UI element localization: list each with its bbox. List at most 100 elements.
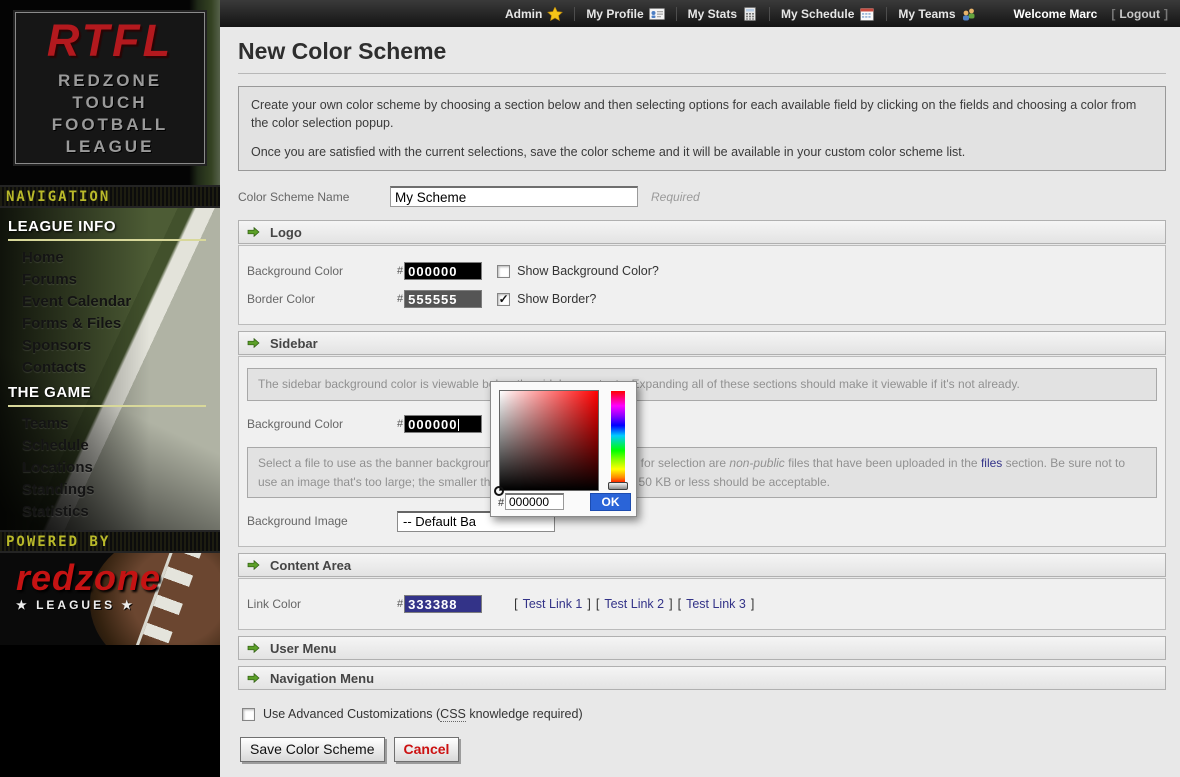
test-link-2[interactable]: Test Link 2 (604, 597, 664, 611)
nav-group-the-game: THE GAME (8, 384, 206, 407)
section-header-navigation-menu[interactable]: Navigation Menu (238, 666, 1166, 690)
advanced-customizations-row: Use Advanced Customizations (CSS knowled… (242, 707, 1166, 721)
league-logo-line: LEAGUE (66, 136, 155, 158)
field-label: Link Color (247, 597, 397, 611)
sidebar-filler (0, 645, 220, 777)
menu-item-my-teams-label: My Teams (898, 7, 955, 21)
main-column: Admin My Profile My Stats My Schedule My… (220, 0, 1180, 777)
required-hint: Required (651, 190, 700, 204)
show-border-checkbox[interactable]: ✓ (497, 293, 510, 306)
logout-link[interactable]: Logout (1115, 7, 1164, 21)
test-link-wrap: [Test Link 1] (514, 597, 591, 611)
section-body-logo: Background Color # 000000 Show Backgroun… (238, 245, 1166, 325)
sidebar-item-statistics[interactable]: Statistics (0, 500, 220, 522)
test-link-3[interactable]: Test Link 3 (686, 597, 746, 611)
section-title: Sidebar (270, 336, 318, 351)
logout-bracket: ] (1164, 7, 1168, 21)
test-link-1[interactable]: Test Link 1 (523, 597, 583, 611)
color-scheme-name-label: Color Scheme Name (238, 190, 390, 204)
hash-sign: # (397, 418, 403, 430)
sidebar-item-schedule[interactable]: Schedule (0, 434, 220, 456)
link-color-input[interactable]: 333388 (404, 595, 482, 613)
sidebar-item-forms-files[interactable]: Forms & Files (0, 312, 220, 334)
note-text: files that have been uploaded in the (785, 456, 981, 470)
instructions-paragraph: Create your own color scheme by choosing… (251, 96, 1153, 132)
advanced-customizations-checkbox[interactable] (242, 708, 255, 721)
color-scheme-name-input[interactable] (390, 186, 638, 207)
redzone-brand-sub: ★ LEAGUES ★ (16, 598, 220, 612)
sidebar-bg-color-input[interactable]: 000000 (404, 415, 482, 433)
section-header-user-menu[interactable]: User Menu (238, 636, 1166, 660)
sidebar-item-forums[interactable]: Forums (0, 268, 220, 290)
menu-item-my-stats[interactable]: My Stats (676, 7, 769, 21)
save-color-scheme-button[interactable]: Save Color Scheme (240, 737, 385, 762)
checkbox-label: Show Border? (517, 292, 596, 306)
hue-slider-handle[interactable] (608, 482, 628, 490)
logo-border-color-input[interactable]: 555555 (404, 290, 482, 308)
section-header-sidebar[interactable]: Sidebar (238, 331, 1166, 355)
section-title: Logo (270, 225, 302, 240)
field-label: Background Color (247, 264, 397, 278)
sidebar-logo-area: RTFL REDZONE TOUCH FOOTBALL LEAGUE (0, 0, 220, 185)
sidebar-item-home[interactable]: Home (0, 246, 220, 268)
league-logo-line: TOUCH (72, 92, 147, 114)
test-link-wrap: [Test Link 3] (678, 597, 755, 611)
sidebar-item-contacts[interactable]: Contacts (0, 356, 220, 378)
sidebar-item-teams[interactable]: Teams (0, 412, 220, 434)
saturation-value-gradient[interactable] (499, 390, 599, 491)
title-divider (238, 73, 1166, 74)
redzone-leagues-logo: redzone ★ LEAGUES ★ (0, 553, 220, 645)
section-title: Content Area (270, 558, 351, 573)
sidebar-navigation: LEAGUE INFO Home Forums Event Calendar F… (0, 208, 220, 530)
cancel-button[interactable]: Cancel (394, 737, 460, 762)
logo-border-color-row: Border Color # 555555 ✓ Show Border? (247, 285, 1157, 313)
welcome-user-label: Welcome Marc (1014, 7, 1098, 21)
advanced-label-text: knowledge required) (466, 707, 583, 721)
test-link-wrap: [Test Link 2] (596, 597, 673, 611)
hue-slider-bar[interactable] (611, 391, 625, 484)
section-header-content-area[interactable]: Content Area (238, 553, 1166, 577)
form-buttons: Save Color Scheme Cancel (240, 737, 1166, 762)
section-header-logo[interactable]: Logo (238, 220, 1166, 244)
section-body-content-area: Link Color # 333388 [Test Link 1] [Test … (238, 578, 1166, 630)
calendar-icon (859, 7, 875, 21)
logo-bg-color-row: Background Color # 000000 Show Backgroun… (247, 257, 1157, 285)
menu-item-admin[interactable]: Admin (494, 7, 574, 21)
page-title: New Color Scheme (238, 38, 1166, 65)
menu-item-my-schedule[interactable]: My Schedule (769, 7, 886, 21)
nav-group-league-info: LEAGUE INFO (8, 218, 206, 241)
sidebar-item-standings[interactable]: Standings (0, 478, 220, 500)
league-logo-line: REDZONE (58, 70, 162, 92)
link-color-row: Link Color # 333388 [Test Link 1] [Test … (247, 590, 1157, 618)
picker-ok-button[interactable]: OK (590, 493, 631, 511)
sidebar-item-sponsors[interactable]: Sponsors (0, 334, 220, 356)
league-sidebar: RTFL REDZONE TOUCH FOOTBALL LEAGUE NAVIG… (0, 0, 220, 777)
calculator-icon (742, 7, 758, 21)
files-link[interactable]: files (981, 456, 1002, 470)
bracket: ] (751, 597, 754, 611)
star-icon (547, 7, 563, 21)
menu-item-my-profile[interactable]: My Profile (574, 7, 675, 21)
sidebar-item-locations[interactable]: Locations (0, 456, 220, 478)
show-bg-color-checkbox[interactable] (497, 265, 510, 278)
color-picker-popup: # OK (490, 381, 637, 517)
menu-item-my-teams[interactable]: My Teams (886, 7, 987, 21)
check-mark: ✓ (499, 293, 509, 305)
menu-item-my-stats-label: My Stats (688, 7, 737, 21)
bracket: ] (587, 597, 590, 611)
field-label: Border Color (247, 292, 397, 306)
banner-image-note: Select a file to use as the banner backg… (247, 447, 1157, 498)
vcard-icon (649, 7, 665, 21)
css-abbr: CSS (440, 707, 466, 722)
instructions-box: Create your own color scheme by choosing… (238, 86, 1166, 171)
league-logo-line: FOOTBALL (52, 114, 169, 136)
color-selection-marker[interactable] (494, 486, 504, 496)
section-title: Navigation Menu (270, 671, 374, 686)
league-logo: RTFL REDZONE TOUCH FOOTBALL LEAGUE (15, 12, 205, 164)
sidebar-item-event-calendar[interactable]: Event Calendar (0, 290, 220, 312)
checkbox-label: Show Background Color? (517, 264, 659, 278)
picker-hex-input[interactable] (505, 493, 564, 510)
test-links: [Test Link 1] [Test Link 2] [Test Link 3… (514, 597, 754, 611)
section-title: User Menu (270, 641, 336, 656)
logo-bg-color-input[interactable]: 000000 (404, 262, 482, 280)
